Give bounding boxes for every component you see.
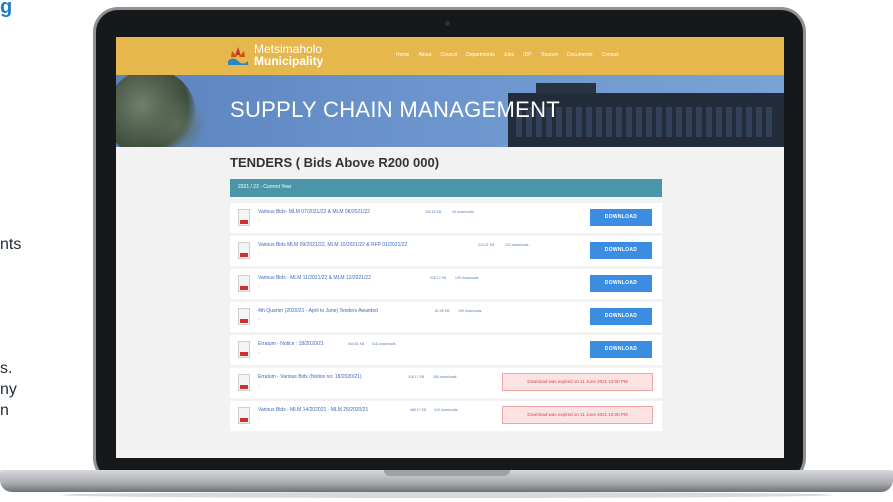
- download-count: 415 downloads: [434, 408, 458, 412]
- file-size: 82.95 KB: [435, 309, 450, 313]
- tender-title-link[interactable]: Various Bids MLM 09/2021/22, MLM 10/2021…: [258, 242, 407, 248]
- row-description: -: [258, 284, 260, 290]
- year-tab-label: 2021 / 22 - Current Year: [238, 184, 292, 190]
- download-button[interactable]: DOWNLOAD: [590, 341, 652, 358]
- download-button[interactable]: DOWNLOAD: [590, 275, 652, 292]
- left-text-fragment-4: n: [0, 402, 9, 419]
- list-item: Various Bids - MLM 11/2021/22 & MLM 12/2…: [230, 269, 662, 299]
- row-description: -: [258, 317, 260, 323]
- nav-item-tourism[interactable]: Tourism: [541, 52, 559, 58]
- tender-title-link[interactable]: Erratum - Various Bids (Notice no: 18/20…: [258, 374, 362, 380]
- row-description: -: [258, 218, 260, 224]
- pdf-icon: [238, 308, 250, 325]
- download-button[interactable]: DOWNLOAD: [590, 242, 652, 259]
- download-count: 618 downloads: [372, 342, 396, 346]
- laptop-shadow: [60, 492, 833, 498]
- tender-title-link[interactable]: 4th Quarter (2020/21 - April to June) Te…: [258, 308, 378, 314]
- pdf-icon: [238, 374, 250, 391]
- download-count: 102 downloads: [505, 243, 529, 247]
- file-size: 228.17 KB: [430, 276, 447, 280]
- nav-item-documents[interactable]: Documents: [567, 52, 592, 58]
- tree-decoration-2: [146, 95, 206, 147]
- left-text-fragment-2: s.: [0, 360, 13, 377]
- hero-banner: SUPPLY CHAIN MANAGEMENT: [116, 75, 784, 147]
- stage: g nts s. ny n Metsimaholo Municipality H…: [0, 0, 893, 502]
- download-count: 45 downloads: [452, 210, 474, 214]
- tender-title-link[interactable]: Various Bids - MLM 11/2021/22 & MLM 12/2…: [258, 275, 371, 281]
- file-size: 488.17 KB: [410, 408, 427, 412]
- download-button[interactable]: DOWNLOAD: [590, 308, 652, 325]
- nav-item-council[interactable]: Council: [440, 52, 457, 58]
- pdf-icon: [238, 407, 250, 424]
- row-description: -: [258, 383, 260, 389]
- hero-title: SUPPLY CHAIN MANAGEMENT: [230, 97, 561, 122]
- nav-item-about[interactable]: About: [418, 52, 431, 58]
- left-text-fragment-1: nts: [0, 236, 22, 253]
- nav-item-jobs[interactable]: Jobs: [504, 52, 515, 58]
- expired-notice: Download was expired on 11 June 2021 10:…: [502, 373, 653, 391]
- row-description: -: [258, 251, 260, 257]
- list-item: Erratum - Various Bids (Notice no: 18/20…: [230, 368, 662, 398]
- laptop-notch: [384, 470, 510, 476]
- list-item: Various Bids - MLM 14/202021 - MLM 25/20…: [230, 401, 662, 431]
- list-item: Various Bids- MLM 07/2021/22 & MLM 08/20…: [230, 203, 662, 233]
- download-count: 199 downloads: [458, 309, 482, 313]
- row-description: -: [258, 416, 260, 422]
- expired-notice: Download was expired on 11 June 2021 10:…: [502, 406, 653, 424]
- main-nav: Home About Council Departments Jobs IDP …: [396, 52, 619, 58]
- logo-line-2: Municipality: [254, 54, 324, 68]
- pdf-icon: [238, 275, 250, 292]
- download-count: 285 downloads: [433, 375, 457, 379]
- tender-title-link[interactable]: Erratum - Notice : 18/2020/21: [258, 341, 324, 347]
- pdf-icon: [238, 242, 250, 259]
- file-size: 316.17 KB: [408, 375, 425, 379]
- site-header: Metsimaholo Municipality Home About Coun…: [116, 37, 784, 75]
- camera-icon: [445, 21, 450, 26]
- site-logo-text[interactable]: Metsimaholo Municipality: [254, 43, 323, 67]
- nav-item-departments[interactable]: Departments: [466, 52, 495, 58]
- list-item: 4th Quarter (2020/21 - April to June) Te…: [230, 302, 662, 332]
- page-title: TENDERS ( Bids Above R200 000): [230, 155, 440, 170]
- tender-title-link[interactable]: Various Bids - MLM 14/202021 - MLM 25/20…: [258, 407, 368, 413]
- tender-list: Various Bids- MLM 07/2021/22 & MLM 08/20…: [230, 203, 662, 434]
- nav-item-contact[interactable]: Contact: [601, 52, 618, 58]
- pdf-icon: [238, 341, 250, 358]
- file-size: 310.91 KB: [478, 243, 495, 247]
- file-size: 544.81 KB: [348, 342, 365, 346]
- tender-title-link[interactable]: Various Bids- MLM 07/2021/22 & MLM 08/20…: [258, 209, 370, 215]
- nav-item-idp[interactable]: IDP: [523, 52, 531, 58]
- left-heading-fragment: g: [0, 0, 13, 18]
- year-tab[interactable]: 2021 / 22 - Current Year: [230, 179, 662, 197]
- download-button[interactable]: DOWNLOAD: [590, 209, 652, 226]
- list-item: Erratum - Notice : 18/2020/21 544.81 KB …: [230, 335, 662, 365]
- download-count: 139 downloads: [455, 276, 479, 280]
- left-text-fragment-3: ny: [0, 381, 17, 398]
- list-item: Various Bids MLM 09/2021/22, MLM 10/2021…: [230, 236, 662, 266]
- municipality-logo-icon[interactable]: [228, 47, 248, 65]
- file-size: 254.52 KB: [425, 210, 442, 214]
- row-description: -: [258, 350, 260, 356]
- nav-item-home[interactable]: Home: [396, 52, 409, 58]
- laptop-screen: Metsimaholo Municipality Home About Coun…: [116, 37, 784, 458]
- pdf-icon: [238, 209, 250, 226]
